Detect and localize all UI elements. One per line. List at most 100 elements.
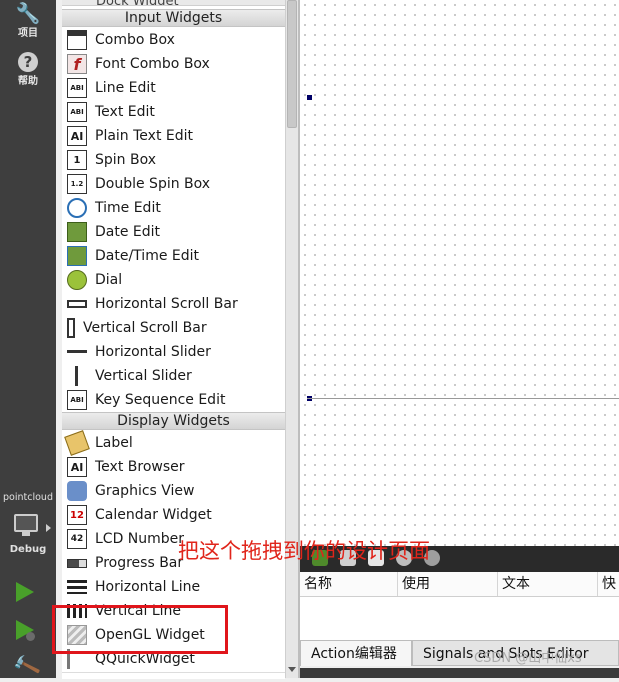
widget-item-horizontal-scroll-bar-label: Horizontal Scroll Bar [95,296,238,312]
kit-selector-arrow-icon[interactable] [46,524,51,532]
h-scrollbar-icon [67,300,87,308]
widget-item-text-edit-label: Text Edit [95,104,155,120]
widget-item-font-combo-box-label: Font Combo Box [95,56,210,72]
kit-selector-icon[interactable] [14,514,38,536]
widget-item-horizontal-line[interactable]: Horizontal Line [62,575,285,599]
widget-item-plain-text-edit[interactable]: AI Plain Text Edit [62,124,285,148]
widget-item-progress-bar-label: Progress Bar [95,555,184,571]
widget-item-font-combo-box[interactable]: f Font Combo Box [62,52,285,76]
line-edit-icon: ABI [67,78,87,98]
dial-icon [67,270,87,290]
highlight-box [52,605,228,654]
mode-project-label: 项目 [18,28,38,39]
date-time-icon [67,246,87,266]
run-button[interactable] [16,582,34,602]
mode-help-label: 帮助 [18,76,38,87]
mode-help[interactable]: ? 帮助 [0,52,56,87]
progress-bar-icon [67,558,87,568]
calendar-widget-icon: 12 [67,505,87,525]
widget-item-dial[interactable]: Dial [62,268,285,292]
widget-item-vertical-scroll-bar[interactable]: Vertical Scroll Bar [62,316,285,340]
widget-item-plain-text-edit-label: Plain Text Edit [95,128,193,144]
widget-box: Input Widgets Combo Box f Font Combo Box ABI… [62,0,285,678]
text-edit-icon: ABI [67,102,87,122]
column-header-text[interactable]: 文本 [498,572,598,596]
widget-item-text-browser[interactable]: AI Text Browser [62,455,285,479]
widget-item-text-browser-label: Text Browser [95,459,185,475]
widget-item-combo-box[interactable]: Combo Box [62,28,285,52]
mode-project[interactable]: 🔧 项目 [0,2,56,39]
label-tag-icon [64,430,90,456]
design-canvas[interactable] [300,0,619,546]
widget-item-key-sequence-edit-label: Key Sequence Edit [95,392,226,408]
dock-widget-partial[interactable]: Dock Widget [62,0,285,6]
calendar-icon [67,222,87,242]
category-input-widgets[interactable]: Input Widgets [62,9,285,27]
h-line-icon [67,580,87,594]
column-header-used[interactable]: 使用 [398,572,498,596]
build-hammer-icon[interactable]: 🔨 [11,650,43,681]
status-strip [300,668,619,678]
text-browser-icon: AI [67,457,87,477]
widget-item-double-spin-box-label: Double Spin Box [95,176,211,192]
widget-item-line-edit[interactable]: ABI Line Edit [62,76,285,100]
widget-item-spin-box[interactable]: 1 Spin Box [62,148,285,172]
double-spin-icon: 1.2 [67,174,87,194]
column-header-shortcut[interactable]: 快 [598,572,619,596]
widget-item-graphics-view[interactable]: Graphics View [62,479,285,503]
selection-handle[interactable] [307,95,312,100]
bug-icon [26,632,35,641]
font-combo-icon: f [67,54,87,74]
widget-item-time-edit-label: Time Edit [95,200,161,216]
watermark: CSDN @山中仙xs [474,651,582,666]
form-boundary-line [307,398,619,399]
v-slider-icon [67,366,87,386]
widget-item-calendar-widget[interactable]: 12 Calendar Widget [62,503,285,527]
scroll-down-arrow-icon[interactable] [288,667,296,672]
widget-item-horizontal-slider[interactable]: Horizontal Slider [62,340,285,364]
widget-box-scrollbar[interactable] [285,0,298,678]
widget-item-dial-label: Dial [95,272,123,288]
widget-item-key-sequence-edit[interactable]: ABI Key Sequence Edit [62,388,285,412]
widget-item-horizontal-line-label: Horizontal Line [95,579,201,595]
widget-item-label[interactable]: Label [62,430,285,456]
widget-item-spin-box-label: Spin Box [95,152,157,168]
widget-item-time-edit[interactable]: Time Edit [62,196,285,220]
widget-item-date-time-edit-label: Date/Time Edit [95,248,200,264]
clock-icon [67,198,87,218]
widget-item-vertical-slider-label: Vertical Slider [95,368,192,384]
graphics-view-icon [67,481,87,501]
widget-item-vertical-slider[interactable]: Vertical Slider [62,364,285,388]
widget-item-date-edit[interactable]: Date Edit [62,220,285,244]
widget-item-combo-box-label: Combo Box [95,32,175,48]
widget-item-vertical-scroll-bar-label: Vertical Scroll Bar [83,320,207,336]
widget-item-double-spin-box[interactable]: 1.2 Double Spin Box [62,172,285,196]
scrollbar-thumb[interactable] [287,0,297,128]
widget-item-text-edit[interactable]: ABI Text Edit [62,100,285,124]
spin-box-icon: 1 [67,150,87,170]
help-icon: ? [18,52,38,72]
tab-action-editor[interactable]: Action编辑器 [300,640,412,666]
widget-item-date-edit-label: Date Edit [95,224,161,240]
drag-instruction-annotation: 把这个拖拽到你的设计页面 [178,539,430,563]
column-header-name[interactable]: 名称 [300,572,398,596]
v-scrollbar-icon [67,318,75,338]
wrench-icon: 🔧 [15,1,41,25]
combo-box-icon [67,30,87,50]
kit-name: pointcloud [3,492,53,503]
mode-bar: 🔧 项目 ? 帮助 pointcloud Debug 🔨 [0,0,56,682]
lcd-number-icon: 42 [67,529,87,549]
widget-item-calendar-widget-label: Calendar Widget [95,507,212,523]
widget-item-date-time-edit[interactable]: Date/Time Edit [62,244,285,268]
widget-item-line-edit-label: Line Edit [95,80,156,96]
h-slider-icon [67,342,87,362]
plain-text-icon: AI [67,126,87,146]
widget-item-horizontal-slider-label: Horizontal Slider [95,344,211,360]
category-display-widgets[interactable]: Display Widgets [62,412,285,430]
widget-item-label-label: Label [95,435,133,451]
action-table-header: 名称 使用 文本 快 [300,572,619,597]
widget-item-lcd-number-label: LCD Number [95,531,185,547]
key-sequence-icon: ABI [67,390,87,410]
build-config-label: Debug [9,544,47,555]
widget-item-horizontal-scroll-bar[interactable]: Horizontal Scroll Bar [62,292,285,316]
